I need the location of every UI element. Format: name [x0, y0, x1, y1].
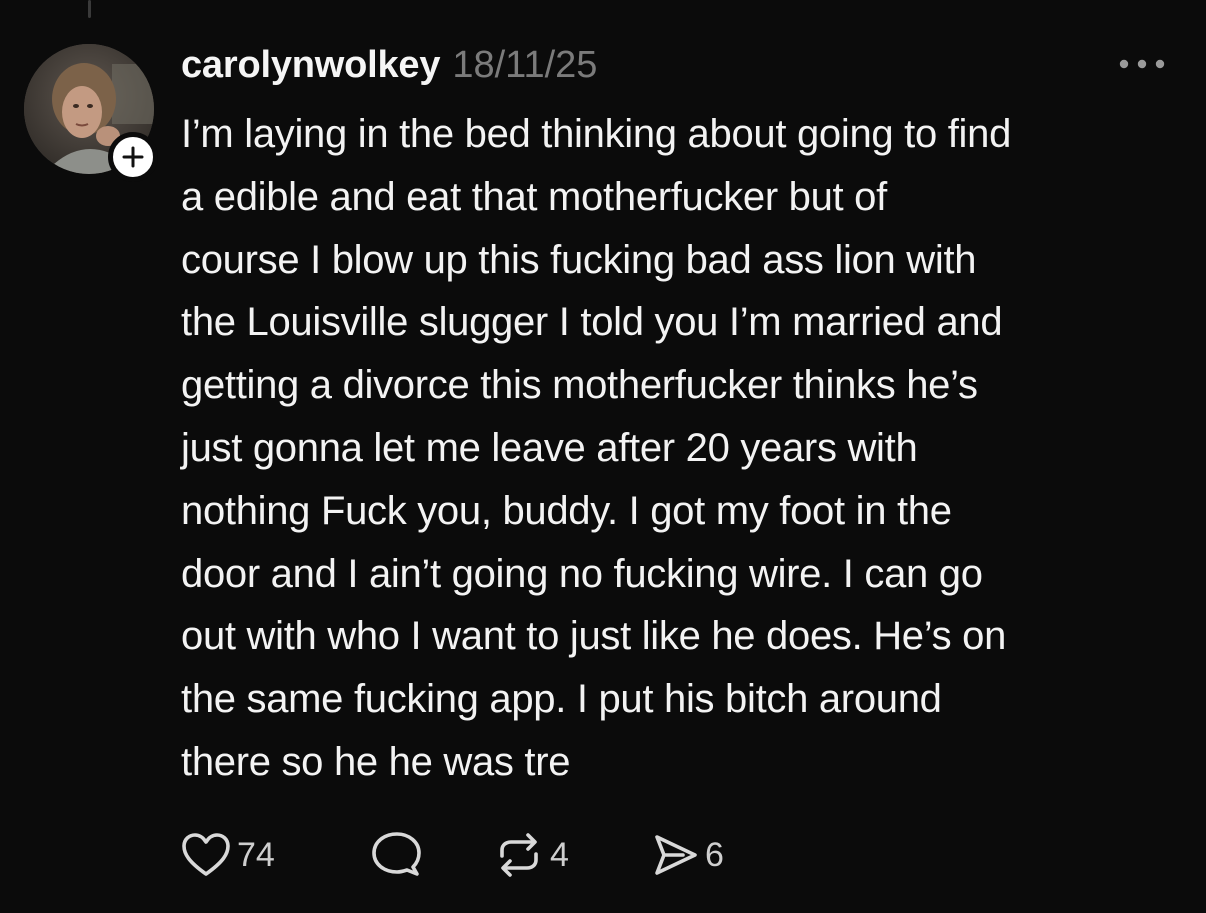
share-count: 6 [705, 835, 724, 874]
post-actions-bar: 74 4 6 [181, 830, 724, 880]
send-icon [655, 835, 697, 875]
more-options-button[interactable] [1112, 46, 1172, 82]
post-text-line: the same fucking app. I put his bitch ar… [181, 677, 942, 722]
like-count: 74 [237, 835, 275, 874]
post-text-line: there so he he was tre [181, 739, 571, 784]
speech-bubble-icon [372, 832, 421, 876]
post-text-line: getting a divorce this motherfucker thin… [181, 363, 978, 408]
thread-connector-line [88, 0, 91, 18]
post-text-line: the Louisville slugger I told you I’m ma… [181, 300, 1003, 345]
like-button[interactable]: 74 [181, 832, 369, 878]
repost-icon [500, 833, 538, 877]
post-text-line: a edible and eat that motherfucker but o… [181, 174, 887, 219]
heart-icon [182, 833, 230, 876]
repost-count: 4 [550, 835, 569, 874]
post-text: I’m laying in the bed thinking about goi… [181, 103, 1181, 794]
ellipsis-icon [1119, 59, 1165, 69]
post-text-line: nothing Fuck you, buddy. I got my foot i… [181, 488, 952, 533]
post-text-line: just gonna let me leave after 20 years w… [181, 425, 918, 470]
share-button[interactable]: 6 [651, 832, 724, 878]
post-text-line: out with who I want to just like he does… [181, 614, 1007, 659]
post-header: carolynwolkey 18/11/25 [181, 40, 597, 90]
post-timestamp: 18/11/25 [452, 43, 598, 86]
username[interactable]: carolynwolkey [181, 44, 441, 87]
post-text-line: course I blow up this fucking bad ass li… [181, 237, 977, 282]
repost-button[interactable]: 4 [494, 832, 651, 878]
plus-icon [122, 146, 144, 168]
post-text-line: I’m laying in the bed thinking about goi… [181, 112, 1012, 156]
reply-button[interactable] [369, 830, 494, 880]
post-text-line: door and I ain’t going no fucking wire. … [181, 551, 983, 596]
follow-button[interactable] [108, 132, 158, 182]
